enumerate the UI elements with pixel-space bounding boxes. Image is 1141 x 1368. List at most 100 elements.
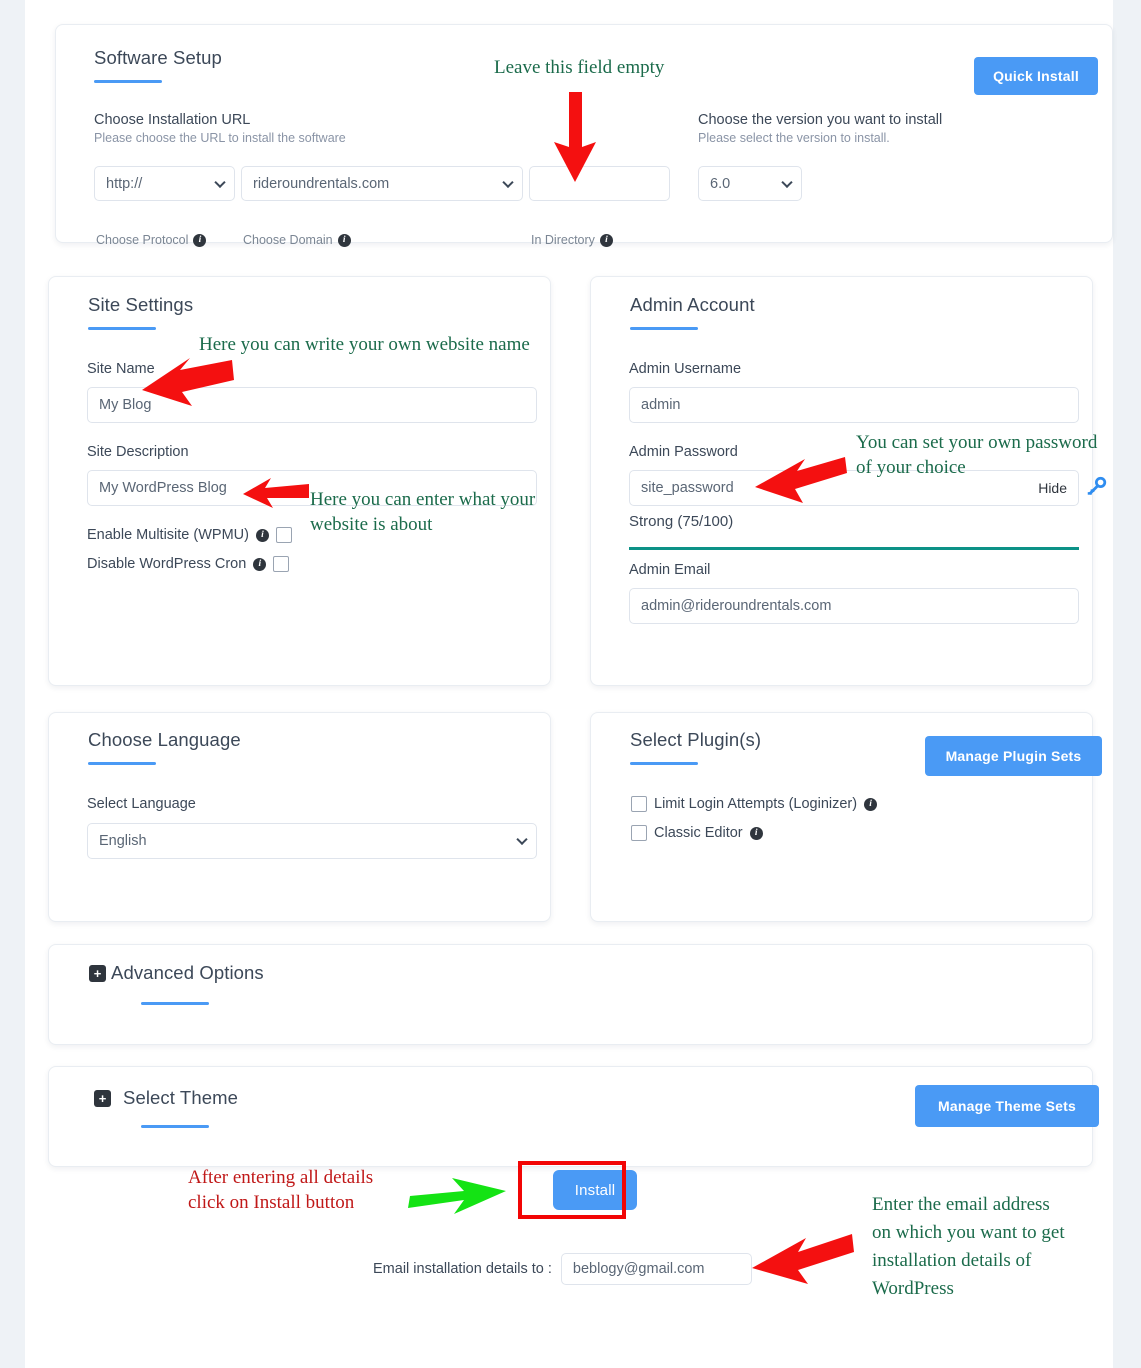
title-underline [630,327,698,330]
admin-account-title: Admin Account [630,294,755,330]
domain-select[interactable]: rideroundrentals.com [241,166,523,201]
disable-cron-row[interactable]: Disable WordPress Cron i [87,556,290,572]
info-icon[interactable]: i [193,233,207,247]
info-icon[interactable]: i [599,233,613,247]
software-setup-title-text: Software Setup [94,47,222,68]
plugin-row-classic-editor[interactable]: Classic Editor i [631,825,763,841]
annotation-arrow-site-description [243,478,309,508]
plugin-checkbox-limit-login[interactable] [631,796,647,812]
version-sub: Please select the version to install. [698,131,890,145]
plus-icon[interactable]: + [94,1089,111,1107]
annotation-email-line3: installation details of [872,1250,1032,1271]
email-installation-input[interactable]: beblogy@gmail.com [560,1253,752,1285]
info-icon[interactable]: i [253,557,267,571]
version-value: 6.0 [710,175,731,192]
annotation-password-line1: You can set your own password [856,432,1098,453]
enable-multisite-row[interactable]: Enable Multisite (WPMU) i [87,527,292,543]
chevron-down-icon [502,176,514,188]
disable-cron-label: Disable WordPress Cron [87,556,247,572]
version-label: Choose the version you want to install [698,112,943,128]
manage-plugin-sets-button[interactable]: Manage Plugin Sets [925,736,1102,776]
admin-username-label: Admin Username [629,361,742,377]
advanced-options-title-text: Advanced Options [111,962,264,983]
title-underline [88,327,156,330]
software-setup-title: Software Setup [94,47,222,83]
annotation-arrow-down-directory [554,92,596,182]
protocol-hint: Choose Protocol i [96,233,207,247]
domain-hint: Choose Domain i [243,233,351,247]
domain-value: rideroundrentals.com [253,175,390,192]
annotation-site-name: Here you can write your own website name [199,334,530,355]
hide-password-toggle[interactable]: Hide [1038,480,1067,496]
directory-input[interactable] [529,166,670,201]
choose-language-title: Choose Language [88,729,241,765]
annotation-install-line1: After entering all details [188,1167,374,1188]
select-plugins-title: Select Plugin(s) [630,729,761,765]
select-language-label: Select Language [87,796,196,812]
chevron-down-icon [781,176,793,188]
site-settings-title-text: Site Settings [88,294,194,315]
advanced-options-header[interactable]: + Advanced Options [89,962,264,984]
admin-username-value: admin [641,397,681,413]
language-select[interactable]: English [87,823,537,859]
manage-theme-sets-button[interactable]: Manage Theme Sets [915,1085,1099,1127]
site-description-value: My WordPress Blog [99,480,227,496]
directory-hint: In Directory i [531,233,613,247]
install-button-highlight-box [518,1161,626,1219]
plus-icon[interactable]: + [89,964,106,982]
annotation-email-line1: Enter the email address [872,1194,1050,1215]
quick-install-button[interactable]: Quick Install [974,57,1098,95]
select-theme-header[interactable]: + Select Theme [94,1087,238,1109]
email-installation-row: Email installation details to : beblogy@… [373,1253,752,1285]
protocol-select[interactable]: http:// [94,166,235,201]
plugin-label-limit-login: Limit Login Attempts (Loginizer) [654,796,858,812]
info-icon[interactable]: i [864,797,878,811]
directory-hint-text: In Directory [531,233,595,247]
enable-multisite-checkbox[interactable] [275,527,292,543]
plugin-checkbox-classic-editor[interactable] [631,825,647,841]
title-underline [141,1125,209,1128]
chevron-down-icon [516,833,528,846]
site-description-label: Site Description [87,444,189,460]
disable-cron-checkbox[interactable] [273,556,290,572]
admin-email-label: Admin Email [629,562,711,578]
site-settings-title: Site Settings [88,294,193,330]
email-installation-value: beblogy@gmail.com [572,1261,705,1277]
annotation-arrow-password [755,457,847,503]
email-installation-label: Email installation details to : [373,1261,552,1277]
title-underline [94,80,162,83]
select-theme-card[interactable]: + Select Theme Manage Theme Sets [48,1066,1099,1167]
version-select[interactable]: 6.0 [698,166,802,201]
info-icon[interactable]: i [749,826,763,840]
admin-username-input[interactable]: admin [629,387,1079,423]
annotation-install-line2: click on Install button [188,1192,355,1213]
language-value: English [99,833,147,849]
protocol-value: http:// [106,175,143,192]
plugin-row-limit-login[interactable]: Limit Login Attempts (Loginizer) i [631,796,878,812]
select-theme-title-text: Select Theme [123,1087,239,1108]
admin-email-value: admin@rideroundrentals.com [641,598,832,614]
annotation-arrow-email [752,1234,854,1284]
info-icon[interactable]: i [255,528,269,542]
annotation-password-line2: of your choice [856,457,966,478]
annotation-email-line2: on which you want to get [872,1222,1065,1243]
admin-password-label: Admin Password [629,444,738,460]
domain-hint-text: Choose Domain [243,233,333,247]
admin-email-input[interactable]: admin@rideroundrentals.com [629,588,1079,624]
title-underline [88,762,156,765]
info-icon[interactable]: i [337,233,351,247]
choose-language-card: Choose Language Select Language English [48,712,551,922]
choose-language-title-text: Choose Language [88,729,241,750]
version-block: Choose the version you want to install P… [698,112,1098,145]
advanced-options-card[interactable]: + Advanced Options [48,944,1093,1045]
admin-account-title-text: Admin Account [630,294,755,315]
password-strength-bar [629,547,1079,550]
annotation-arrow-install-green [408,1178,506,1214]
annotation-site-description-line1: Here you can enter what your [310,489,536,510]
chevron-down-icon [214,176,226,188]
title-underline [630,762,698,765]
annotation-leave-empty: Leave this field empty [494,57,665,78]
password-strength-text: Strong (75/100) [629,513,734,530]
annotation-install: After entering all details click on Inst… [188,1165,373,1215]
annotation-site-description: Here you can enter what your website is … [310,487,535,537]
